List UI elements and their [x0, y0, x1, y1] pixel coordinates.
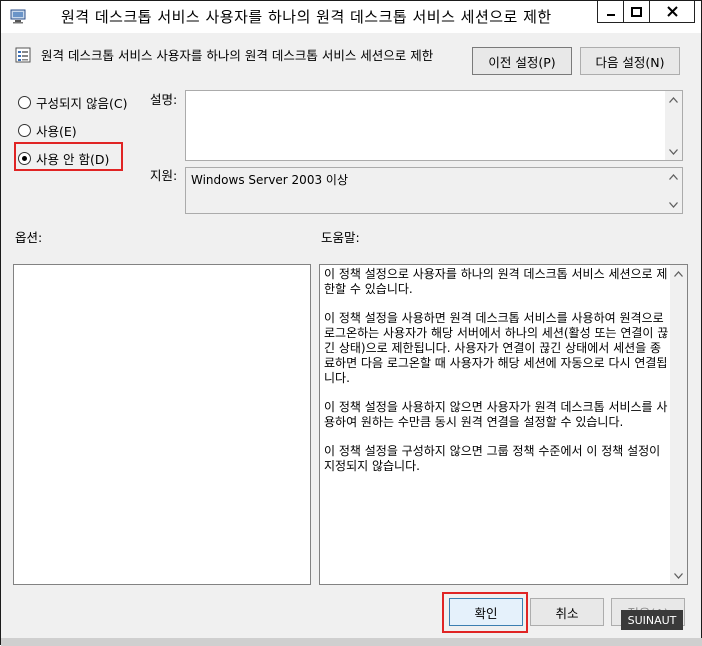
chevron-up-icon — [674, 270, 683, 277]
radio-enabled[interactable]: 사용(E) — [18, 121, 77, 140]
radio-label: 사용(E) — [36, 124, 77, 139]
title-bar[interactable]: 원격 데스크톱 서비스 사용자를 하나의 원격 데스크톱 서비스 세션으로 제한 — [1, 1, 701, 33]
policy-setting-icon — [15, 47, 31, 63]
policy-dialog-window: 원격 데스크톱 서비스 사용자를 하나의 원격 데스크톱 서비스 세션으로 제한… — [0, 0, 702, 646]
scroll-down-arrow[interactable] — [670, 567, 687, 584]
policy-title: 원격 데스크톱 서비스 사용자를 하나의 원격 데스크톱 서비스 세션으로 제한 — [41, 48, 434, 63]
supported-value: Windows Server 2003 이상 — [191, 173, 348, 187]
minimize-icon — [606, 13, 615, 16]
cancel-button[interactable]: 취소 — [530, 598, 604, 626]
scroll-down-arrow[interactable] — [665, 143, 682, 160]
chevron-down-icon — [669, 201, 678, 208]
comment-textarea[interactable] — [185, 90, 683, 161]
highlight-box-ok — [442, 592, 528, 633]
window-controls — [597, 1, 695, 25]
watermark-badge: SUINAUT — [621, 610, 683, 630]
scroll-up-arrow[interactable] — [665, 91, 682, 108]
help-label: 도움말: — [321, 230, 360, 245]
radio-label: 구성되지 않음(C) — [36, 96, 128, 111]
help-paragraph: 이 정책 설정을 구성하지 않으면 그룹 정책 수준에서 이 정책 설정이 지정… — [324, 444, 661, 473]
supported-scrollbar[interactable] — [665, 168, 682, 213]
supported-label: 지원: — [150, 168, 178, 183]
help-paragraph: 이 정책 설정으로 사용자를 하나의 원격 데스크톱 서비스 세션으로 제한할 … — [324, 267, 668, 296]
options-label: 옵션: — [15, 230, 43, 245]
help-text: 이 정책 설정으로 사용자를 하나의 원격 데스크톱 서비스 세션으로 제한할 … — [324, 267, 670, 488]
chevron-down-icon — [669, 148, 678, 155]
policy-app-icon — [10, 9, 26, 24]
chevron-up-icon — [669, 173, 678, 180]
comment-label: 설명: — [150, 92, 178, 107]
window-title: 원격 데스크톱 서비스 사용자를 하나의 원격 데스크톱 서비스 세션으로 제한 — [61, 8, 552, 26]
comment-scrollbar[interactable] — [665, 91, 682, 160]
chevron-down-icon — [674, 572, 683, 579]
maximize-icon — [631, 6, 642, 17]
next-setting-button[interactable]: 다음 설정(N) — [580, 47, 680, 75]
radio-not-configured[interactable]: 구성되지 않음(C) — [18, 93, 127, 112]
scroll-up-arrow[interactable] — [670, 265, 687, 282]
close-icon — [666, 6, 678, 17]
chevron-up-icon — [669, 96, 678, 103]
previous-setting-button[interactable]: 이전 설정(P) — [472, 47, 572, 75]
help-panel: 이 정책 설정으로 사용자를 하나의 원격 데스크톱 서비스 세션으로 제한할 … — [319, 264, 688, 585]
radio-circle[interactable] — [18, 124, 31, 137]
highlight-box-disabled — [14, 142, 123, 171]
help-scrollbar[interactable] — [670, 265, 687, 584]
maximize-button[interactable] — [623, 1, 650, 23]
radio-circle[interactable] — [18, 96, 31, 109]
help-paragraph: 이 정책 설정을 사용하면 원격 데스크톱 서비스를 사용하여 원격으로 로그온… — [324, 311, 669, 385]
scroll-up-arrow[interactable] — [665, 168, 682, 185]
close-button[interactable] — [649, 1, 695, 23]
supported-on-field: Windows Server 2003 이상 — [185, 167, 683, 214]
minimize-button[interactable] — [597, 1, 624, 23]
options-panel — [13, 264, 311, 585]
help-paragraph: 이 정책 설정을 사용하지 않으면 사용자가 원격 데스크톱 서비스를 사용하여… — [324, 400, 668, 429]
scroll-down-arrow[interactable] — [665, 196, 682, 213]
